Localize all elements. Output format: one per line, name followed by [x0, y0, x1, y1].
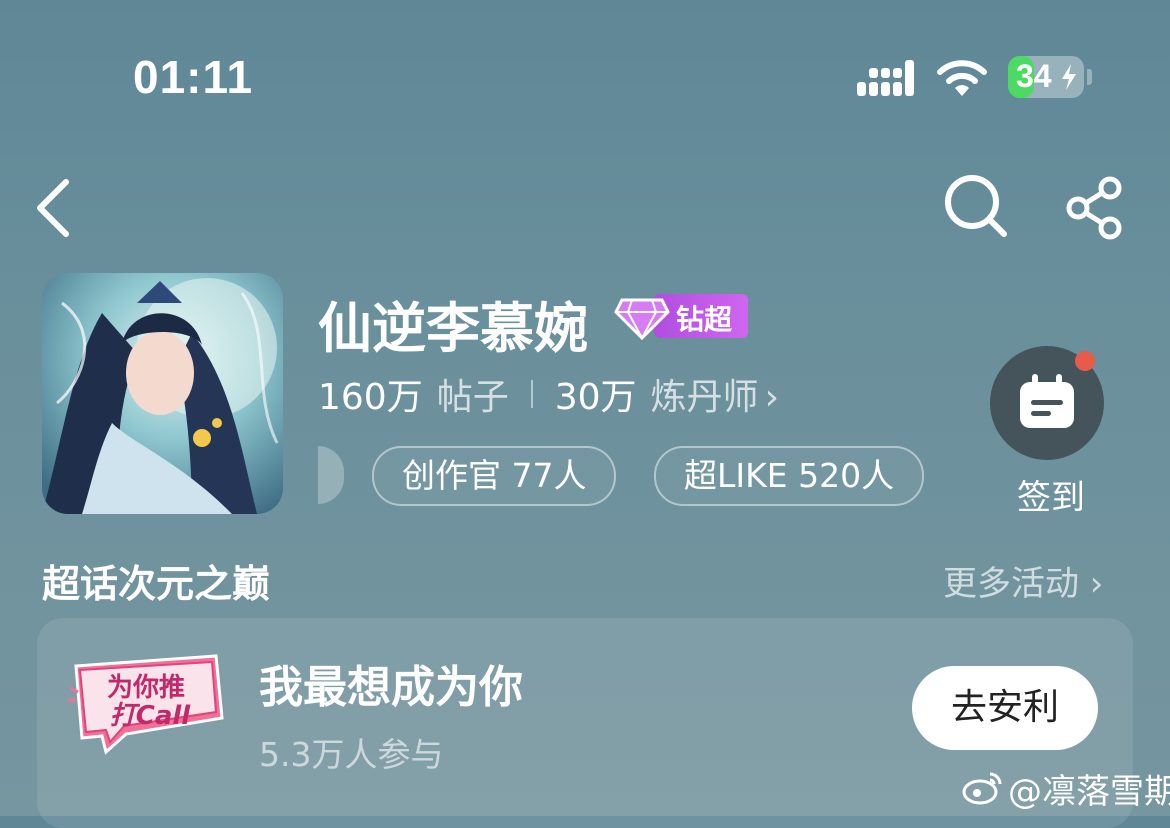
- topic-title: 仙逆李慕婉: [318, 297, 588, 360]
- share-icon[interactable]: [1064, 176, 1128, 240]
- charging-bolt-icon: [1062, 64, 1076, 90]
- topic-avatar[interactable]: [42, 273, 283, 514]
- status-time: 01:11: [133, 51, 254, 103]
- weibo-logo-icon: [962, 772, 1002, 805]
- logo-text-top: 为你推: [107, 673, 185, 703]
- scroll-edge-pill: [318, 446, 344, 504]
- posts-count: 160万: [318, 377, 423, 418]
- battery-percent: 34: [1016, 58, 1052, 94]
- wifi-icon: [937, 60, 987, 96]
- members-label[interactable]: 炼丹师: [651, 368, 759, 420]
- super-like-pill[interactable]: 超LIKE 520人: [654, 446, 925, 506]
- battery-nub: [1087, 69, 1092, 85]
- members-count[interactable]: 30万: [555, 368, 637, 420]
- badge-label: 钻超: [676, 303, 733, 336]
- back-icon[interactable]: [30, 178, 74, 238]
- creator-pill[interactable]: 创作官 77人: [372, 446, 617, 506]
- more-activities-link[interactable]: 更多活动 ›: [943, 556, 1103, 605]
- activity-participants: 5.3万人参与: [259, 735, 444, 774]
- checkin-label[interactable]: 签到: [1017, 470, 1085, 519]
- notification-dot: [1075, 351, 1095, 371]
- stats-divider: [530, 380, 533, 408]
- topic-stats: 160万 帖子 30万 炼丹师 ›: [318, 368, 779, 420]
- cellular-signal-icon: [857, 60, 914, 96]
- watermark-text: @凛落雪期: [1008, 771, 1170, 812]
- search-icon[interactable]: [942, 172, 1010, 240]
- diamond-gem-icon: [614, 298, 670, 340]
- weibo-watermark: @凛落雪期: [962, 768, 1170, 812]
- activity-title: 我最想成为你: [259, 662, 523, 713]
- diamond-badge[interactable]: 钻超: [614, 294, 748, 340]
- calendar-icon: [1020, 374, 1074, 428]
- recommend-button[interactable]: 去安利: [912, 666, 1098, 750]
- battery-indicator: 34: [1008, 56, 1084, 98]
- posts-label: 帖子: [436, 377, 509, 418]
- logo-text-bottom: 打Call: [110, 701, 192, 731]
- chevron-right-icon[interactable]: ›: [765, 377, 779, 418]
- section-title: 超话次元之巅: [42, 562, 271, 606]
- call-logo-icon: 为你推 打Call: [68, 654, 224, 755]
